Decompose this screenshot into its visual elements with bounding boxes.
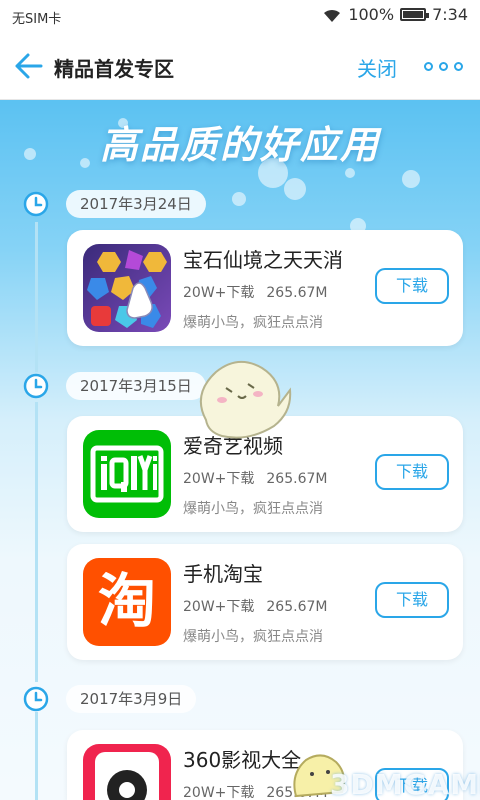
app-card[interactable]: 淘 手机淘宝 20W+下载 265.67M 爆萌小鸟，疯狂点点消 下载 <box>67 544 463 660</box>
title-bar: 精品首发专区 关闭 <box>0 32 480 100</box>
download-button[interactable]: 下载 <box>375 268 449 304</box>
download-count: 20W+下载 <box>183 599 255 615</box>
hero-title: 高品质的好应用 <box>99 123 380 167</box>
download-button[interactable]: 下载 <box>375 454 449 490</box>
app-meta: 20W+下载 265.67M <box>183 282 327 302</box>
date-label: 2017年3月24日 <box>66 190 206 218</box>
more-options-icon[interactable] <box>424 62 463 71</box>
download-count: 20W+下载 <box>183 785 255 800</box>
app-size: 265.67M <box>266 599 328 615</box>
app-size: 265.67M <box>266 285 328 301</box>
app-meta: 20W+下载 265.67M <box>183 468 327 488</box>
download-count: 20W+下载 <box>183 471 255 487</box>
app-name: 宝石仙境之天天消 <box>183 248 343 272</box>
back-arrow-icon[interactable] <box>12 50 44 82</box>
app-description: 爆萌小鸟，疯狂点点消 <box>183 315 323 331</box>
watermark-logo: 3DMGAME <box>330 768 480 800</box>
download-count: 20W+下载 <box>183 285 255 301</box>
battery-icon <box>400 8 430 21</box>
clock-icon <box>23 191 49 217</box>
wifi-icon <box>324 9 341 22</box>
close-button[interactable]: 关闭 <box>357 53 397 82</box>
clock-time: 7:34 <box>432 5 468 24</box>
taobao-icon-char: 淘 <box>97 567 156 635</box>
download-button[interactable]: 下载 <box>375 582 449 618</box>
app-meta: 20W+下载 265.67M <box>183 596 327 616</box>
clock-icon <box>23 373 49 399</box>
timeline-line <box>35 222 38 372</box>
gem-game-icon <box>83 244 171 332</box>
sim-status: 无SIM卡 <box>12 12 62 27</box>
app-card[interactable]: 宝石仙境之天天消 20W+下载 265.67M 爆萌小鸟，疯狂点点消 下载 <box>67 230 463 346</box>
page-title: 精品首发专区 <box>54 57 174 81</box>
app-size: 265.67M <box>266 471 328 487</box>
mascot-bird-image <box>199 361 292 439</box>
timeline-line <box>35 402 38 682</box>
360-video-icon <box>83 744 171 800</box>
clock-icon <box>23 686 49 712</box>
taobao-icon: 淘 <box>83 558 171 646</box>
timeline-line <box>35 712 38 800</box>
date-label: 2017年3月9日 <box>66 685 197 713</box>
date-label: 2017年3月15日 <box>66 372 206 400</box>
status-bar: 无SIM卡 100% 7:34 <box>0 0 480 32</box>
app-name: 手机淘宝 <box>183 562 263 586</box>
battery-percent: 100% <box>348 5 395 24</box>
app-description: 爆萌小鸟，疯狂点点消 <box>183 501 323 517</box>
app-description: 爆萌小鸟，疯狂点点消 <box>183 629 323 645</box>
iqiyi-icon <box>83 430 171 518</box>
